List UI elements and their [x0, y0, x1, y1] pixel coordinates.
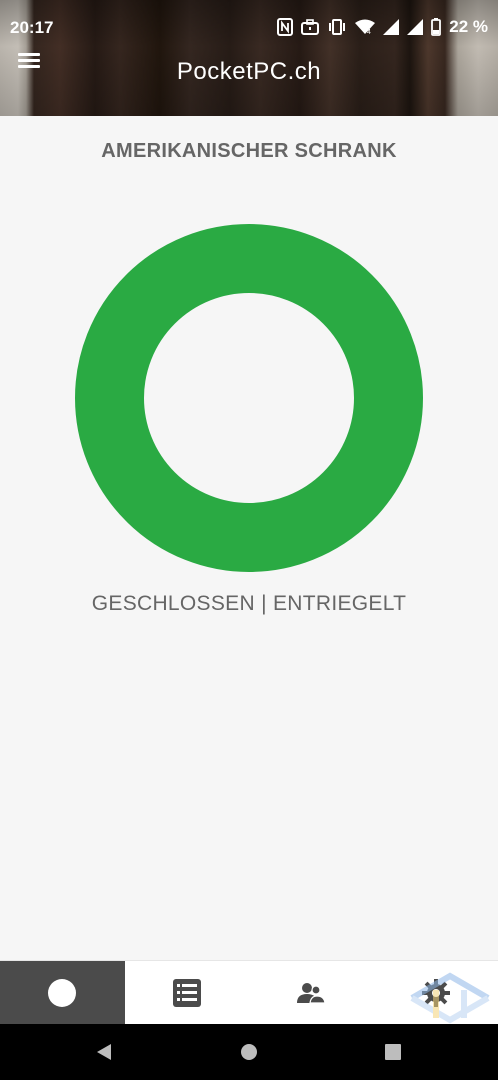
signal-icon: [383, 19, 400, 35]
status-bar: 20:17 4 22 %: [0, 0, 498, 56]
vibrate-icon: [329, 19, 346, 35]
users-icon: [297, 983, 326, 1004]
svg-text:4: 4: [367, 29, 371, 35]
status-time: 20:17: [10, 18, 54, 37]
lock-status-ring[interactable]: [75, 224, 423, 572]
list-icon: [172, 979, 201, 1007]
battery-percentage: 22 %: [449, 17, 488, 36]
nav-tab-settings[interactable]: [374, 961, 498, 1025]
briefcase-icon: [301, 19, 320, 35]
wifi-icon: 4: [355, 19, 376, 35]
app-title: PocketPC.ch: [176, 58, 322, 85]
bottom-navigation: [0, 960, 498, 1025]
back-icon[interactable]: [95, 1043, 113, 1061]
nfc-icon: [277, 18, 294, 36]
nav-tab-users[interactable]: [249, 961, 374, 1025]
nav-tab-status[interactable]: [0, 961, 125, 1025]
device-title: AMERIKANISCHER SCHRANK: [101, 140, 397, 162]
circle-status-icon: [48, 979, 77, 1007]
gear-icon: [421, 979, 450, 1007]
status-ring-circle: [75, 224, 423, 572]
status-icons: 4 22 %: [277, 16, 488, 38]
system-navigation-bar: [0, 1024, 498, 1080]
lock-status-text: GESCHLOSSEN | ENTRIEGELT: [91, 592, 407, 615]
home-icon[interactable]: [240, 1043, 258, 1061]
signal-icon: [407, 19, 424, 35]
battery-icon: [431, 18, 442, 36]
recents-icon[interactable]: [385, 1044, 401, 1060]
nav-tab-list[interactable]: [125, 961, 250, 1025]
